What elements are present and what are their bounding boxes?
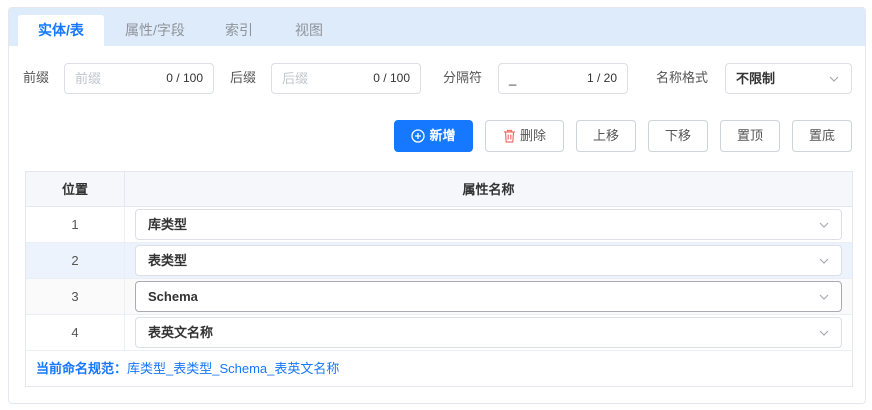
- naming-rule-label: 当前命名规范：: [36, 361, 128, 376]
- suffix-placeholder: 后缀: [282, 71, 309, 86]
- move-up-button[interactable]: 上移: [576, 120, 636, 152]
- chevron-down-icon: [829, 76, 839, 82]
- prefix-label: 前缀: [23, 70, 50, 85]
- separator-value: _: [509, 71, 517, 86]
- pin-top-button[interactable]: 置顶: [720, 120, 780, 152]
- chevron-down-icon: [819, 258, 829, 264]
- attribute-select-value: Schema: [148, 289, 198, 304]
- attribute-select-value: 表英文名称: [148, 325, 214, 340]
- row-position: 1: [26, 207, 125, 242]
- delete-button[interactable]: 删除: [485, 120, 564, 152]
- move-down-button[interactable]: 下移: [648, 120, 708, 152]
- chevron-down-icon: [819, 222, 829, 228]
- separator-label: 分隔符: [443, 70, 483, 85]
- pin-bottom-button[interactable]: 置底: [792, 120, 852, 152]
- tab-attribute-field[interactable]: 属性/字段: [111, 15, 199, 46]
- table-row[interactable]: 4 表英文名称: [26, 315, 852, 351]
- attribute-select[interactable]: 表英文名称: [135, 317, 842, 348]
- suffix-label: 后缀: [230, 70, 257, 85]
- naming-rule-value: 库类型_表类型_Schema_表英文名称: [127, 361, 340, 376]
- suffix-counter: 0 / 100: [373, 71, 410, 85]
- trash-icon: [503, 129, 515, 143]
- chevron-down-icon: [819, 294, 829, 300]
- suffix-input[interactable]: 后缀 0 / 100: [271, 63, 421, 94]
- tab-bar: 实体/表 属性/字段 索引 视图: [9, 8, 865, 46]
- name-format-label: 名称格式: [656, 70, 709, 85]
- header-position: 位置: [26, 172, 125, 207]
- tab-index[interactable]: 索引: [209, 15, 269, 46]
- attribute-select[interactable]: 表类型: [135, 245, 842, 276]
- name-format-value: 不限制: [736, 71, 776, 86]
- separator-counter: 1 / 20: [586, 71, 617, 85]
- row-position: 2: [26, 243, 125, 278]
- prefix-placeholder: 前缀: [75, 71, 102, 86]
- add-button-label: 新增: [429, 128, 456, 143]
- attribute-select[interactable]: Schema: [135, 281, 842, 312]
- plus-circle-icon: [411, 128, 426, 143]
- name-format-select[interactable]: 不限制: [725, 63, 852, 94]
- table-row[interactable]: 1 库类型: [26, 207, 852, 243]
- attribute-order-table: 位置 属性名称 1 库类型 2 表类型 3 Schema 4 表英文名称 当前命…: [25, 171, 853, 387]
- attribute-select[interactable]: 库类型: [135, 209, 842, 240]
- header-attribute-name: 属性名称: [125, 172, 852, 207]
- add-button[interactable]: 新增: [394, 120, 473, 152]
- attribute-select-value: 库类型: [148, 217, 188, 232]
- table-row[interactable]: 2 表类型: [26, 243, 852, 279]
- delete-button-label: 删除: [519, 128, 546, 143]
- attribute-select-value: 表类型: [148, 253, 188, 268]
- tab-entity-table[interactable]: 实体/表: [18, 15, 104, 46]
- current-naming-rule: 当前命名规范：库类型_表类型_Schema_表英文名称: [26, 352, 852, 386]
- naming-rule-panel: 实体/表 属性/字段 索引 视图 前缀 前缀 0 / 100 后缀 后缀 0 /…: [8, 7, 866, 404]
- prefix-counter: 0 / 100: [166, 71, 203, 85]
- separator-input[interactable]: _ 1 / 20: [498, 63, 628, 94]
- table-row[interactable]: 3 Schema: [26, 279, 852, 315]
- tab-view[interactable]: 视图: [277, 15, 341, 46]
- chevron-down-icon: [819, 330, 829, 336]
- row-position: 4: [26, 315, 125, 350]
- row-position: 3: [26, 279, 125, 314]
- prefix-input[interactable]: 前缀 0 / 100: [64, 63, 214, 94]
